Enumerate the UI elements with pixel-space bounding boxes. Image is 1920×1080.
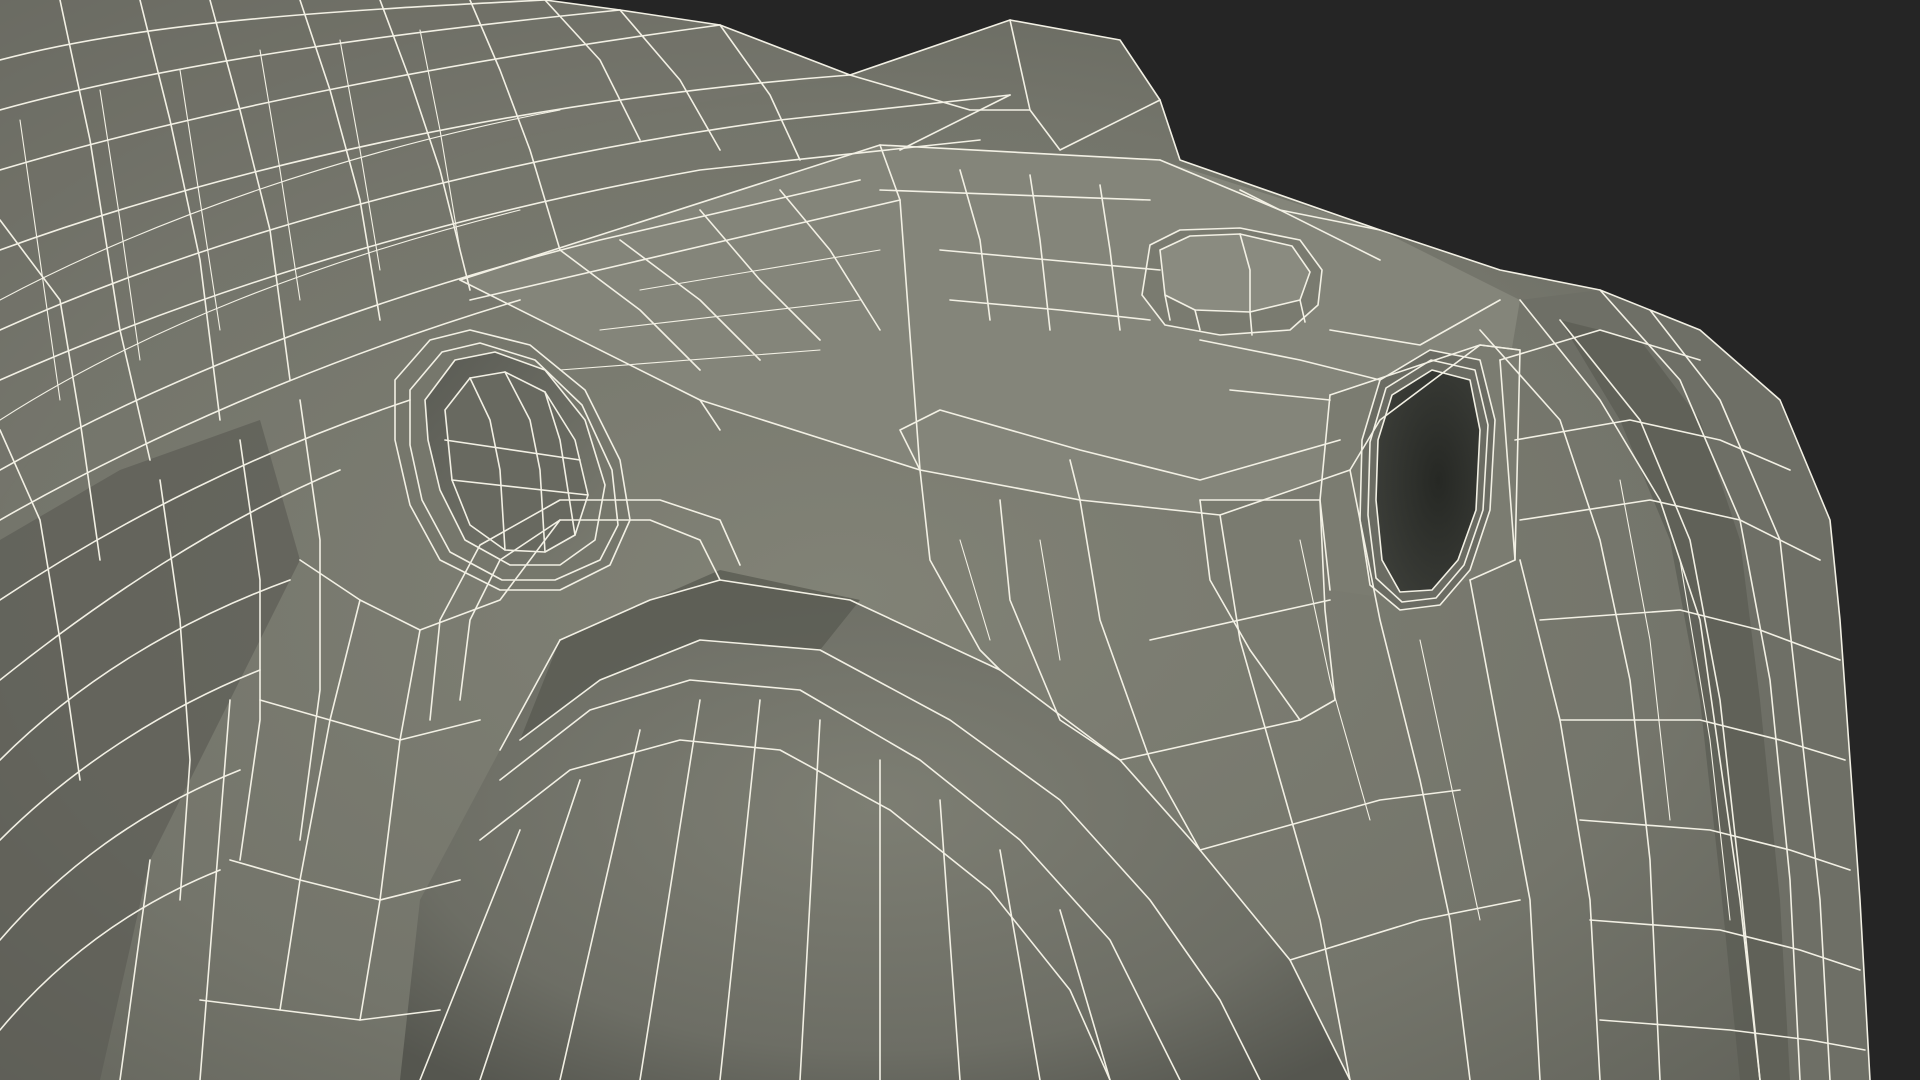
mesh-render [0, 0, 1920, 1080]
wireframe-render-viewport [0, 0, 1920, 1080]
